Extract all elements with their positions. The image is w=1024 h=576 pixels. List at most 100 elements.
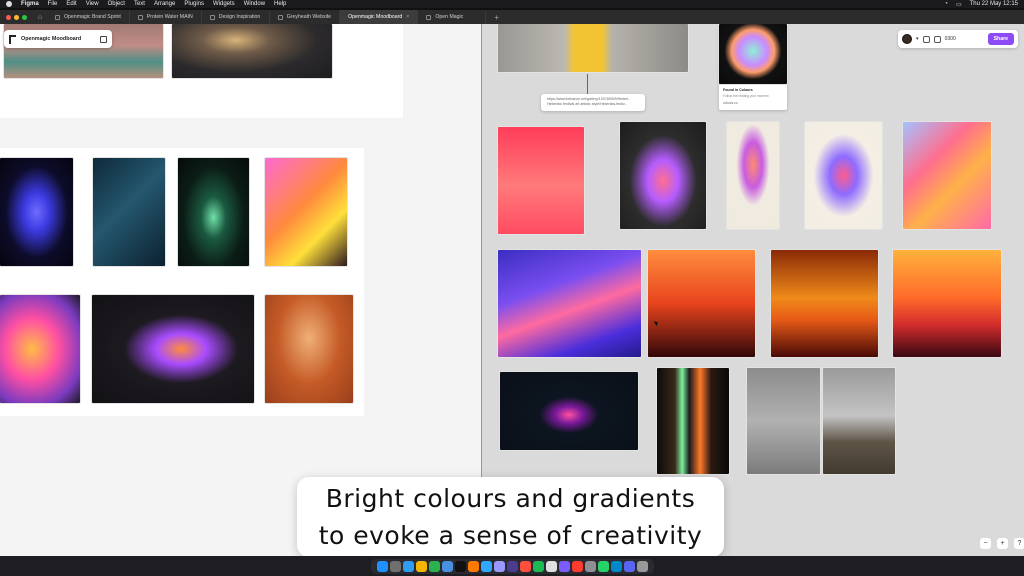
menu-plugins[interactable]: Plugins xyxy=(184,1,204,7)
zoom-controls: − + ? xyxy=(980,538,1024,549)
image-pink-blob[interactable] xyxy=(0,295,80,403)
image-green-tunnel[interactable] xyxy=(178,158,249,266)
tab-greyheath-website[interactable]: Greyheath Website xyxy=(270,10,341,24)
image-street-photo[interactable] xyxy=(498,24,688,72)
file-label[interactable]: Openmagic Moodboard xyxy=(4,30,112,48)
link-card[interactable]: https://www.behance.net/gallery/19378090… xyxy=(541,94,645,111)
image-grey-sculpture-1[interactable] xyxy=(747,368,820,474)
calendar-icon[interactable] xyxy=(571,560,583,572)
menu-view[interactable]: View xyxy=(86,1,99,7)
zoom-level[interactable]: 0300 xyxy=(945,36,956,42)
link-text[interactable]: https://www.behance.net/gallery/19378090… xyxy=(547,97,631,106)
found-in-colours-card[interactable]: Found in Colours Follow the reading your… xyxy=(719,24,787,110)
tab-label: Openmagic Brand Sprint xyxy=(64,14,121,20)
menu-help[interactable]: Help xyxy=(274,1,286,7)
image-cream-orbs[interactable] xyxy=(727,122,779,229)
figma-icon xyxy=(9,34,16,44)
tab-design-inspiration[interactable]: Design Inspiration xyxy=(202,10,270,24)
zoom-in-button[interactable]: + xyxy=(997,538,1008,549)
image-teal-leaves[interactable] xyxy=(93,158,165,266)
menu-widgets[interactable]: Widgets xyxy=(213,1,235,7)
tab-openmagic-brand-sprint[interactable]: Openmagic Brand Sprint xyxy=(47,10,130,24)
zoom-out-button[interactable]: − xyxy=(980,538,991,549)
settings-icon[interactable] xyxy=(584,560,596,572)
close-window-button[interactable] xyxy=(6,14,11,20)
menu-arrange[interactable]: Arrange xyxy=(154,1,175,7)
comment-icon[interactable] xyxy=(933,35,941,43)
finder-icon[interactable] xyxy=(376,560,388,572)
figma-app-icon[interactable] xyxy=(454,560,466,572)
music-icon[interactable] xyxy=(519,560,531,572)
home-icon[interactable]: ⌂ xyxy=(33,14,47,21)
notion-icon[interactable] xyxy=(558,560,570,572)
tab-label: Greyheath Website xyxy=(286,14,332,20)
image-hand-orange[interactable] xyxy=(265,295,353,403)
image-gradient-wave[interactable] xyxy=(903,122,991,229)
apple-icon[interactable] xyxy=(6,1,12,7)
image-gradient-sphere xyxy=(719,24,787,84)
image-orange-gradient-3[interactable] xyxy=(893,250,1001,357)
messages-icon[interactable] xyxy=(428,560,440,572)
chrome-icon[interactable] xyxy=(415,560,427,572)
tab-open-magic[interactable]: Open Magic xyxy=(418,10,487,24)
mail-icon[interactable] xyxy=(441,560,453,572)
notes-icon[interactable] xyxy=(545,560,557,572)
menu-object[interactable]: Object xyxy=(108,1,125,7)
image-blue-spiral[interactable] xyxy=(0,158,73,266)
tab-label: Protein Water MAIN xyxy=(146,14,193,20)
photoshop-icon[interactable] xyxy=(480,560,492,572)
image-archway-night[interactable] xyxy=(172,24,332,78)
image-black-orbs[interactable] xyxy=(620,122,706,229)
tab-label: Open Magic xyxy=(435,14,464,20)
discord-icon[interactable] xyxy=(623,560,635,572)
close-tab-icon[interactable]: × xyxy=(406,14,409,20)
image-streaks[interactable] xyxy=(657,368,729,474)
figma-tab-bar: ⌂ Openmagic Brand Sprint Protein Water M… xyxy=(0,10,1024,24)
battery-icon[interactable]: ▭ xyxy=(956,1,962,8)
file-icon xyxy=(277,14,283,20)
image-orange-gradient-2[interactable] xyxy=(771,250,878,357)
image-orange-gradient-1[interactable] xyxy=(648,250,755,357)
macos-dock xyxy=(0,556,1024,576)
minimize-window-button[interactable] xyxy=(14,14,19,20)
image-red-poster[interactable] xyxy=(498,127,584,234)
illustrator-icon[interactable] xyxy=(467,560,479,572)
image-blue-waves[interactable] xyxy=(498,250,641,357)
card-title: Found in Colours xyxy=(723,88,753,92)
datetime[interactable]: Thu 22 May 12:15 xyxy=(970,1,1018,7)
help-button[interactable]: ? xyxy=(1014,538,1024,549)
telegram-icon[interactable] xyxy=(610,560,622,572)
spotify-icon[interactable] xyxy=(532,560,544,572)
menu-edit[interactable]: Edit xyxy=(66,1,76,7)
wifi-icon[interactable]: ◔ xyxy=(944,1,948,7)
lightroom-icon[interactable] xyxy=(506,560,518,572)
image-orange-ribbon[interactable] xyxy=(265,158,347,266)
menu-window[interactable]: Window xyxy=(244,1,265,7)
chevron-down-icon[interactable]: ▾ xyxy=(916,36,919,42)
image-grey-sculpture-2[interactable] xyxy=(823,368,895,474)
share-button[interactable]: Share xyxy=(987,33,1014,45)
image-stacked-circles[interactable] xyxy=(805,122,882,229)
tab-openmagic-moodboard[interactable]: Openmagic Moodboard × xyxy=(340,10,419,24)
launchpad-icon[interactable] xyxy=(389,560,401,572)
avatar[interactable] xyxy=(902,34,912,44)
top-right-toolbar: ▾ 0300 Share xyxy=(898,30,1018,48)
menu-text[interactable]: Text xyxy=(134,1,145,7)
image-glass-sphere[interactable] xyxy=(500,372,638,450)
layout-icon[interactable] xyxy=(100,35,107,43)
tab-protein-water-main[interactable]: Protein Water MAIN xyxy=(130,10,202,24)
image-purple-loop[interactable] xyxy=(92,295,254,403)
file-icon xyxy=(426,14,432,20)
new-tab-button[interactable]: + xyxy=(486,13,507,22)
whatsapp-icon[interactable] xyxy=(597,560,609,572)
tab-label: Openmagic Moodboard xyxy=(348,14,403,20)
maximize-window-button[interactable] xyxy=(22,14,27,20)
trash-icon[interactable] xyxy=(636,560,648,572)
menu-file[interactable]: File xyxy=(48,1,58,7)
safari-icon[interactable] xyxy=(402,560,414,572)
caption-line-1: Bright colours and gradients xyxy=(325,484,696,513)
card-site: colours.co xyxy=(723,101,738,105)
premiere-icon[interactable] xyxy=(493,560,505,572)
present-icon[interactable] xyxy=(922,35,930,43)
menu-app-name[interactable]: Figma xyxy=(21,1,39,7)
